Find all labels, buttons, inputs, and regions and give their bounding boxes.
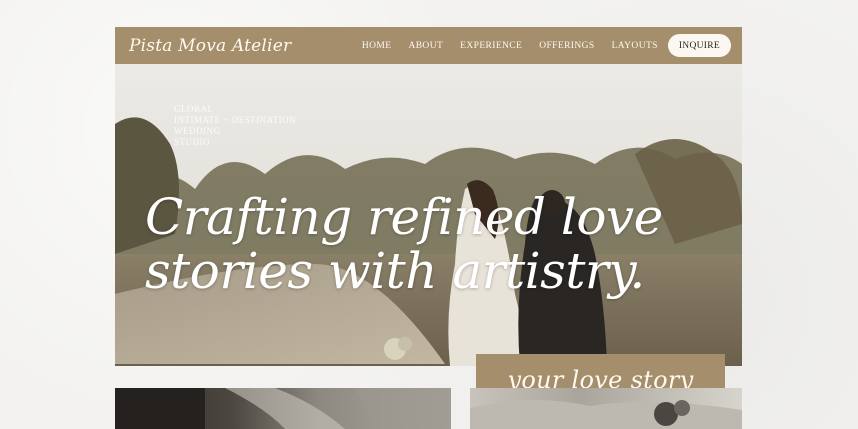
veil-photo-icon [115, 388, 451, 429]
nav-item-experience[interactable]: EXPERIENCE [460, 41, 522, 51]
page-canvas: Pista Mova Atelier HOME ABOUT EXPERIENCE… [0, 0, 858, 429]
nav-item-about[interactable]: ABOUT [408, 41, 443, 51]
gallery-image-veil [115, 388, 451, 429]
site-header: Pista Mova Atelier HOME ABOUT EXPERIENCE… [115, 27, 742, 64]
nav-item-layouts[interactable]: LAYOUTS [612, 41, 658, 51]
hero-tagline: GLOBAL INTIMATE + DESTINATION WEDDING ST… [174, 104, 296, 148]
tagline-line-2: INTIMATE + DESTINATION [174, 115, 297, 125]
main-nav: HOME ABOUT EXPERIENCE OFFERINGS LAYOUTS [362, 41, 658, 51]
tagline-line-1: GLOBAL [174, 104, 214, 114]
headline-line-1: Crafting refined love [145, 188, 663, 246]
gallery-image-couple [470, 388, 742, 429]
inquire-button[interactable]: INQUIRE [667, 34, 731, 57]
nav-item-offerings[interactable]: OFFERINGS [539, 41, 594, 51]
tagline-line-4: STUDIO [174, 137, 210, 147]
brand-logo[interactable]: Pista Mova Atelier [129, 36, 291, 56]
hero-headline: Crafting refined love stories with artis… [145, 190, 735, 298]
hero-section: GLOBAL INTIMATE + DESTINATION WEDDING ST… [115, 64, 742, 366]
headline-line-2: stories with artistry. [145, 242, 645, 300]
tagline-line-3: WEDDING [174, 126, 221, 136]
nav-item-home[interactable]: HOME [362, 41, 392, 51]
couple-photo-icon [470, 399, 742, 429]
